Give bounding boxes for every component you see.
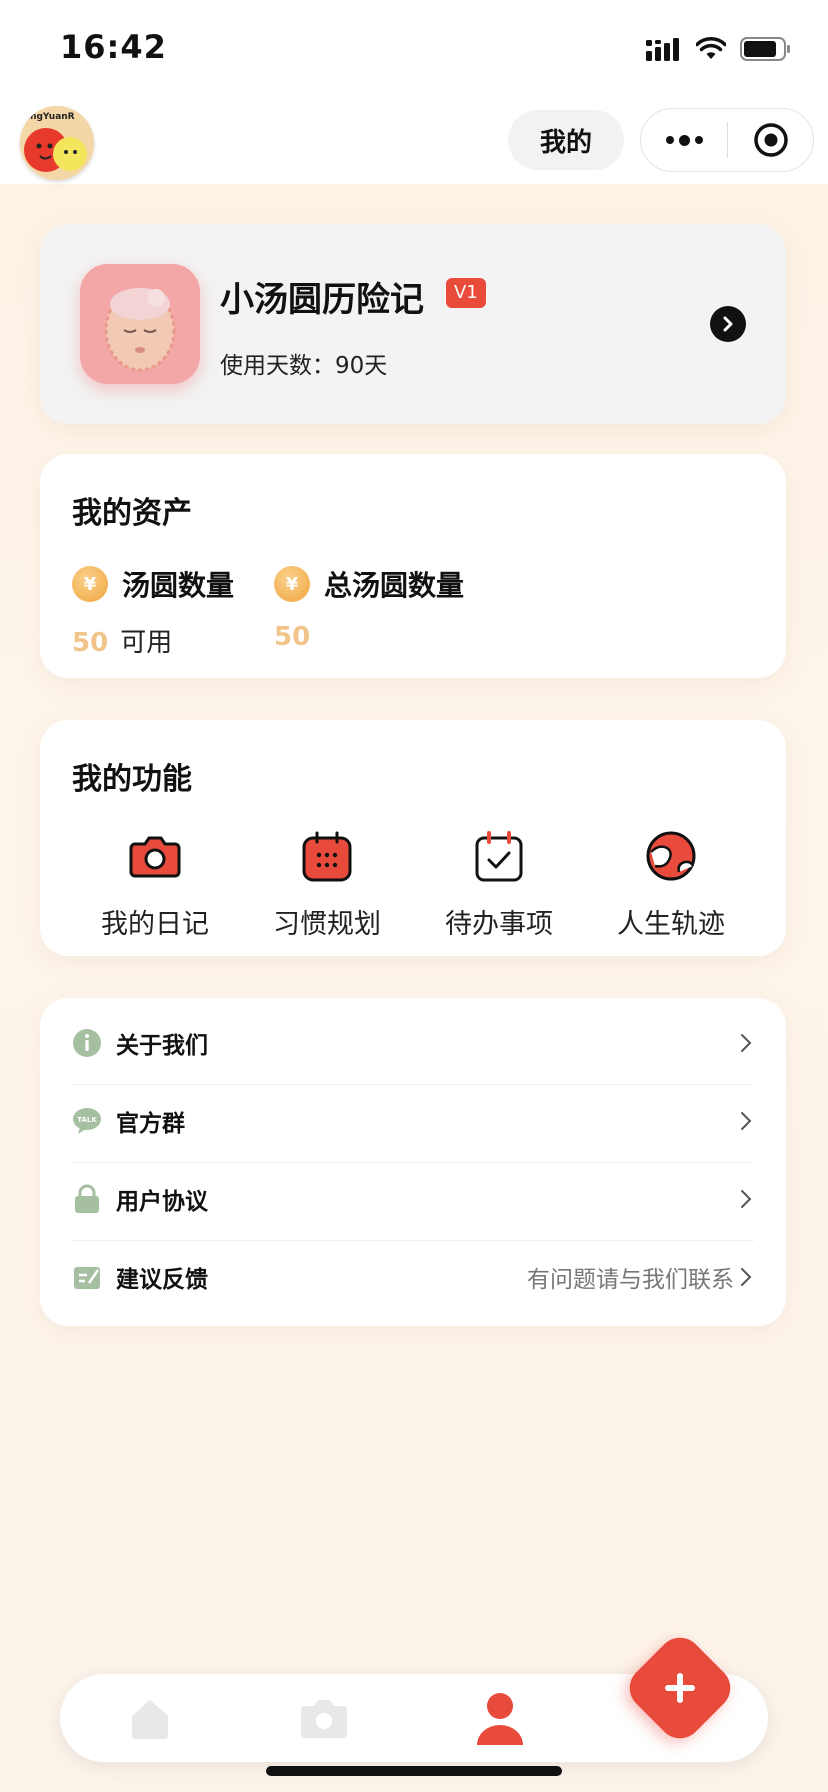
nav-bar: angYuanR 我的	[0, 88, 828, 184]
menu-item-feedback[interactable]: 建议反馈 有问题请与我们联系	[72, 1238, 754, 1316]
function-todo[interactable]: 待办事项	[413, 828, 585, 941]
asset-item-total[interactable]: ¥ 总汤圆数量 50	[274, 564, 464, 652]
coin-icon: ¥	[72, 566, 108, 602]
menu-label: 官方群	[116, 1111, 185, 1137]
menu-hint: 有问题请与我们联系	[527, 1267, 734, 1293]
status-bar: 16:42	[0, 0, 828, 88]
functions-card: 我的功能 我的日记 习惯规划 待办事项 人生轨迹	[40, 720, 786, 956]
chevron-right-icon	[740, 1111, 754, 1131]
chevron-right-icon	[740, 1189, 754, 1209]
tab-home[interactable]	[122, 1692, 178, 1744]
assets-card: 我的资产 ¥ 汤圆数量 50 可用 ¥ 总汤圆数量 50	[40, 454, 786, 678]
app-logo[interactable]: angYuanR	[20, 106, 94, 180]
checklist-icon	[475, 831, 523, 882]
functions-title: 我的功能	[72, 762, 192, 797]
app-logo-text: angYuanR	[24, 112, 75, 122]
lock-icon	[72, 1184, 102, 1214]
usage-days: 使用天数：90天	[220, 346, 387, 380]
function-label: 习惯规划	[273, 909, 381, 940]
function-label: 我的日记	[101, 909, 209, 940]
function-label: 待办事项	[445, 909, 553, 940]
home-icon	[132, 1700, 168, 1739]
asset-label: 汤圆数量	[122, 569, 235, 602]
menu-label: 关于我们	[116, 1033, 208, 1059]
globe-icon	[646, 831, 696, 881]
mini-program-capsule	[640, 108, 814, 172]
menu-item-agreement[interactable]: 用户协议	[72, 1160, 754, 1238]
function-label: 人生轨迹	[617, 909, 725, 940]
person-icon	[477, 1693, 523, 1745]
menu-label: 用户协议	[116, 1189, 208, 1215]
camera-icon	[129, 836, 181, 878]
menu-item-about[interactable]: 关于我们	[72, 1004, 754, 1082]
chevron-right-icon	[740, 1267, 754, 1287]
wifi-icon	[696, 37, 726, 59]
svg-text:TALK: TALK	[77, 1116, 97, 1124]
function-diary[interactable]: 我的日记	[69, 828, 241, 941]
profile-card[interactable]: 小汤圆历险记 V1 使用天数：90天	[40, 224, 786, 424]
status-time: 16:42	[60, 28, 167, 66]
info-icon	[72, 1028, 102, 1058]
chevron-right-icon	[740, 1033, 754, 1053]
chevron-right-icon[interactable]	[710, 306, 746, 342]
menu-card: 关于我们 TALK 官方群 用户协议 建议反馈 有问题请与我们联系	[40, 998, 786, 1326]
asset-item-tangyuan[interactable]: ¥ 汤圆数量 50 可用	[72, 564, 234, 659]
tab-profile[interactable]	[472, 1692, 528, 1745]
assets-title: 我的资产	[72, 496, 192, 531]
home-indicator	[266, 1766, 562, 1776]
plus-icon[interactable]	[638, 1646, 722, 1730]
usage-days-label: 使用天数：	[220, 353, 335, 379]
asset-value: 50	[72, 628, 109, 658]
battery-icon	[740, 37, 790, 61]
asset-label: 总汤圆数量	[324, 569, 465, 602]
menu-item-group[interactable]: TALK 官方群	[72, 1082, 754, 1160]
asset-unit: 可用	[120, 628, 173, 658]
tab-camera[interactable]	[296, 1692, 352, 1744]
function-habits[interactable]: 习惯规划	[241, 828, 413, 941]
asset-value: 50	[274, 622, 311, 652]
function-life-track[interactable]: 人生轨迹	[585, 828, 757, 941]
level-badge: V1	[446, 278, 486, 308]
avatar[interactable]	[80, 264, 200, 384]
feedback-icon	[72, 1262, 102, 1292]
page-title: 我的	[508, 110, 624, 170]
target-circle-icon[interactable]	[728, 122, 813, 158]
usage-days-value: 90天	[335, 353, 388, 379]
status-icons	[646, 36, 792, 62]
profile-name: 小汤圆历险记	[220, 280, 424, 320]
camera-icon	[301, 1700, 347, 1738]
menu-label: 建议反馈	[116, 1267, 208, 1293]
signal-icon	[646, 38, 679, 61]
more-dots-icon[interactable]	[641, 134, 727, 146]
talk-bubble-icon: TALK	[72, 1106, 102, 1136]
coin-icon: ¥	[274, 566, 310, 602]
calendar-icon	[302, 831, 352, 882]
